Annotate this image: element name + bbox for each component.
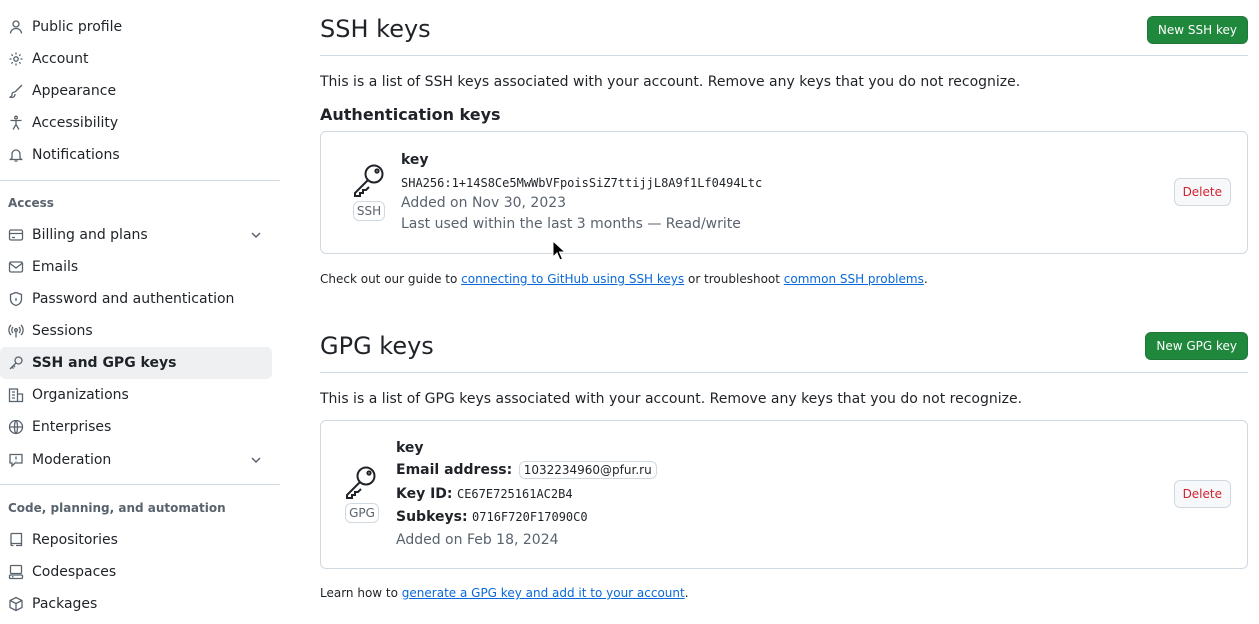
help-text-prefix: Learn how to	[320, 586, 402, 600]
sidebar-section-access: Access	[8, 196, 54, 210]
globe-icon	[8, 419, 24, 435]
ssh-key-fingerprint: SHA256:1+14S8Ce5MwWbVFpoisSiZ7ttijjL8A9f…	[401, 176, 763, 190]
sidebar-item-codespaces[interactable]: Codespaces	[0, 556, 272, 588]
key-icon	[8, 355, 24, 371]
gpg-description: This is a list of GPG keys associated wi…	[320, 391, 1023, 407]
credit-card-icon	[8, 227, 24, 243]
sidebar-item-label: Enterprises	[32, 419, 112, 435]
repo-icon	[8, 532, 24, 548]
sidebar-item-label: Codespaces	[32, 564, 117, 580]
gpg-key-added: Added on Feb 18, 2024	[396, 532, 559, 548]
shield-lock-icon	[8, 291, 24, 307]
sidebar-item-label: Notifications	[32, 147, 120, 163]
sidebar-divider	[0, 180, 280, 181]
bell-icon	[8, 147, 24, 163]
sidebar-item-repositories[interactable]: Repositories	[0, 524, 272, 556]
gpg-keyid-row: Key ID: CE67E725161AC2B4	[396, 486, 573, 502]
subkeys-label: Subkeys:	[396, 509, 468, 525]
sidebar-item-label: Emails	[32, 259, 79, 275]
sidebar-item-label: Appearance	[32, 83, 117, 99]
accessibility-icon	[8, 115, 24, 131]
help-text-suffix: .	[923, 272, 928, 286]
key-icon	[343, 464, 379, 500]
sidebar-item-notifications[interactable]: Notifications	[0, 139, 272, 171]
ssh-badge: SSH	[353, 201, 385, 221]
sidebar-item-label: Account	[32, 51, 89, 67]
ssh-key-added: Added on Nov 30, 2023	[401, 195, 567, 211]
authentication-keys-heading: Authentication keys	[320, 105, 501, 124]
help-text-suffix: .	[684, 586, 689, 600]
sidebar-item-organizations[interactable]: Organizations	[0, 379, 272, 411]
sidebar-item-label: Billing and plans	[32, 227, 148, 243]
package-icon	[8, 596, 24, 612]
sidebar-item-moderation[interactable]: Moderation	[0, 444, 272, 476]
ssh-key-last-used: Last used within the last 3 months — Rea…	[401, 216, 741, 232]
ssh-key-item: SSH key SHA256:1+14S8Ce5MwWbVFpoisSiZ7tt…	[320, 131, 1248, 254]
delete-ssh-key-button[interactable]: Delete	[1173, 178, 1231, 206]
sidebar-item-label: Password and authentication	[32, 291, 235, 307]
help-text-middle: or troubleshoot	[684, 272, 784, 286]
sidebar-item-ssh-gpg-keys[interactable]: SSH and GPG keys	[0, 347, 272, 379]
gpg-keys-title: GPG keys	[320, 332, 434, 360]
new-gpg-key-button[interactable]: New GPG key	[1145, 332, 1248, 360]
gpg-subkeys-value: 0716F720F17090C0	[472, 510, 588, 524]
mail-icon	[8, 259, 24, 275]
chevron-down-icon[interactable]	[248, 452, 264, 468]
gear-icon	[8, 51, 24, 67]
sidebar-item-packages[interactable]: Packages	[0, 588, 272, 620]
report-icon	[8, 452, 24, 468]
sidebar-item-accessibility[interactable]: Accessibility	[0, 107, 272, 139]
mouse-cursor-icon	[552, 240, 566, 261]
sidebar-item-label: Moderation	[32, 452, 112, 468]
sidebar-item-enterprises[interactable]: Enterprises	[0, 411, 272, 443]
gpg-help-text: Learn how to generate a GPG key and add …	[320, 586, 689, 600]
gpg-badge: GPG	[345, 503, 379, 523]
sidebar-item-account[interactable]: Account	[0, 43, 272, 75]
sidebar-item-label: Organizations	[32, 387, 129, 403]
sidebar-item-label: Sessions	[32, 323, 93, 339]
sidebar-item-label: Repositories	[32, 532, 118, 548]
new-ssh-key-button[interactable]: New SSH key	[1146, 16, 1248, 44]
organization-icon	[8, 387, 24, 403]
sidebar-item-sessions[interactable]: Sessions	[0, 315, 272, 347]
settings-sidebar: Public profile Account Appearance Access…	[0, 0, 280, 624]
ssh-guide-link[interactable]: connecting to GitHub using SSH keys	[461, 272, 684, 286]
gpg-subkeys-row: Subkeys: 0716F720F17090C0	[396, 509, 588, 525]
ssh-help-text: Check out our guide to connecting to Git…	[320, 272, 928, 286]
sidebar-item-label: Packages	[32, 596, 98, 612]
gpg-guide-link[interactable]: generate a GPG key and add it to your ac…	[402, 586, 685, 600]
person-icon	[8, 19, 24, 35]
sidebar-item-emails[interactable]: Emails	[0, 251, 272, 283]
gpg-divider	[320, 372, 1248, 373]
help-text-prefix: Check out our guide to	[320, 272, 462, 286]
sidebar-item-label: Accessibility	[32, 115, 119, 131]
paintbrush-icon	[8, 83, 24, 99]
email-label: Email address:	[396, 462, 513, 478]
gpg-keyid-value: CE67E725161AC2B4	[456, 487, 573, 501]
gpg-key-title: key	[396, 440, 424, 456]
sidebar-item-label: SSH and GPG keys	[32, 355, 177, 371]
keyid-label: Key ID:	[396, 486, 453, 502]
gpg-key-item: GPG key Email address: 1032234960@pfur.r…	[320, 420, 1248, 569]
broadcast-icon	[8, 323, 24, 339]
delete-gpg-key-button[interactable]: Delete	[1173, 480, 1231, 508]
chevron-down-icon[interactable]	[248, 227, 264, 243]
ssh-problems-link[interactable]: common SSH problems	[784, 272, 924, 286]
ssh-description: This is a list of SSH keys associated wi…	[320, 74, 1021, 90]
sidebar-item-label: Public profile	[32, 19, 123, 35]
main-content: SSH keys New SSH key This is a list of S…	[320, 0, 1248, 624]
sidebar-item-appearance[interactable]: Appearance	[0, 75, 272, 107]
ssh-divider	[320, 55, 1248, 56]
sidebar-item-billing[interactable]: Billing and plans	[0, 219, 272, 251]
ssh-keys-title: SSH keys	[320, 15, 431, 43]
sidebar-item-password[interactable]: Password and authentication	[0, 283, 272, 315]
key-icon	[351, 162, 387, 198]
gpg-email-badge: 1032234960@pfur.ru	[518, 461, 657, 479]
gpg-email-row: Email address: 1032234960@pfur.ru	[396, 461, 657, 479]
sidebar-section-code: Code, planning, and automation	[8, 501, 226, 515]
ssh-key-title: key	[401, 152, 429, 168]
sidebar-item-public-profile[interactable]: Public profile	[0, 11, 272, 43]
codespaces-icon	[8, 564, 24, 580]
sidebar-divider	[0, 484, 280, 485]
